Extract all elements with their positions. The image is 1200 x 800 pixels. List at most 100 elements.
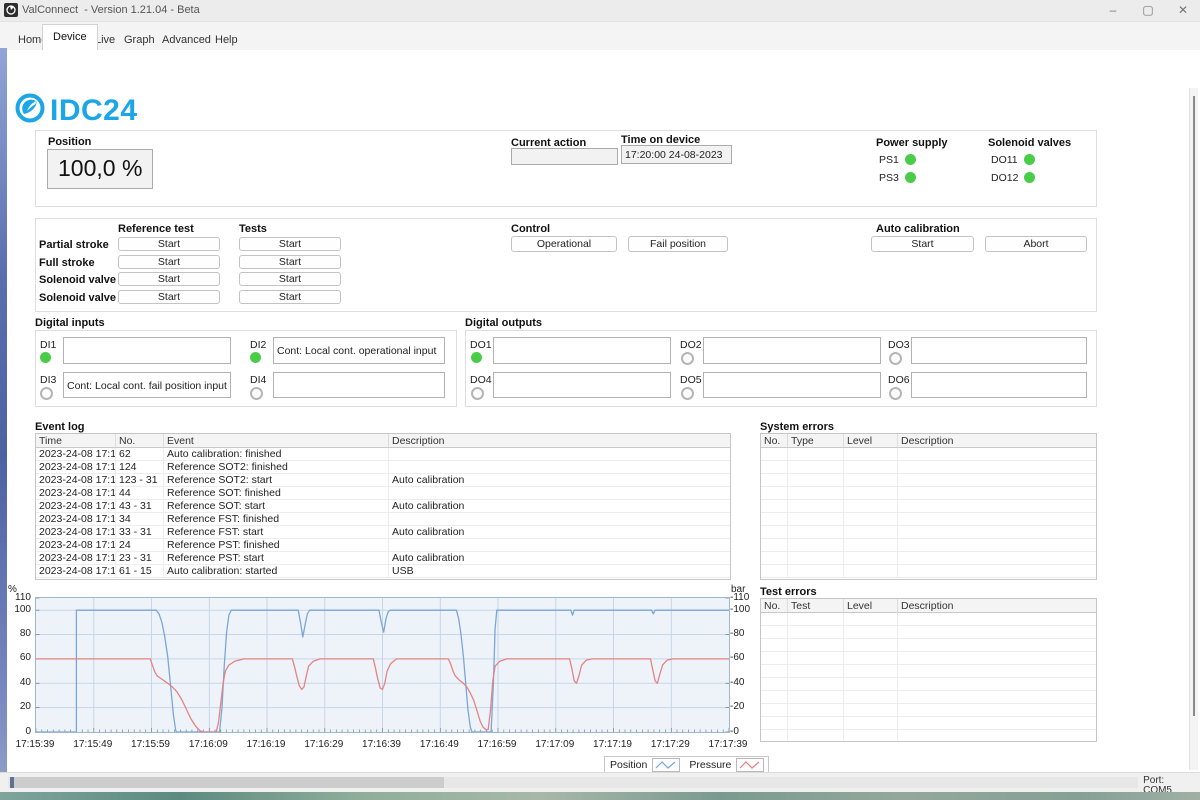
test-errors-row[interactable]: [761, 665, 1096, 678]
event-log-row[interactable]: 2023-24-08 17:19:2034Reference FST: fini…: [36, 513, 730, 526]
di2-field[interactable]: [273, 337, 445, 364]
x-axis-tick-label: 17:16:19: [240, 739, 292, 750]
close-button[interactable]: ✕: [1168, 1, 1198, 20]
do12-led-icon: [1024, 172, 1035, 183]
current-action-field[interactable]: [511, 148, 618, 165]
do6-field[interactable]: [911, 372, 1087, 398]
reference-partial-stroke-start-button[interactable]: Start: [118, 237, 220, 251]
system-errors-row[interactable]: [761, 539, 1096, 552]
status-panel: Position 100,0 % Current action Time on …: [35, 130, 1097, 207]
reference-solenoid-valve-start-button[interactable]: Start: [118, 272, 220, 286]
event-log-column-header[interactable]: Event: [164, 434, 389, 448]
test-errors-row[interactable]: [761, 678, 1096, 691]
test-errors-column-header[interactable]: No.: [761, 599, 788, 613]
test-errors-row[interactable]: [761, 717, 1096, 730]
system-errors-row[interactable]: [761, 513, 1096, 526]
system-errors-row[interactable]: [761, 552, 1096, 565]
system-errors-cell: [844, 539, 898, 552]
system-errors-cell: [844, 474, 898, 487]
test-errors-row[interactable]: [761, 626, 1096, 639]
vertical-scrollbar-thumb[interactable]: [1193, 96, 1195, 716]
di4-field[interactable]: [273, 372, 445, 398]
test-errors-row[interactable]: [761, 639, 1096, 652]
event-log-row[interactable]: 2023-24-08 17:19:3444Reference SOT: fini…: [36, 487, 730, 500]
minimize-button[interactable]: –: [1098, 1, 1128, 20]
event-log-cell: 2023-24-08 17:18:45: [36, 552, 116, 565]
test-errors-column-header[interactable]: Description: [898, 599, 1096, 613]
maximize-button[interactable]: ▢: [1133, 1, 1163, 20]
test-errors-column-header[interactable]: Level: [844, 599, 898, 613]
system-errors-cell: [788, 500, 844, 513]
reference-solenoid-valve-2-start-button[interactable]: Start: [118, 290, 220, 304]
test-solenoid-valve-2-start-button[interactable]: Start: [239, 290, 341, 304]
auto-calibration-start-button[interactable]: Start: [871, 236, 974, 252]
logo-text: IDC24: [50, 94, 138, 128]
do2-field[interactable]: [703, 337, 881, 364]
test-solenoid-valve-start-button[interactable]: Start: [239, 272, 341, 286]
event-log-column-header[interactable]: Description: [389, 434, 730, 448]
test-full-stroke-start-button[interactable]: Start: [239, 255, 341, 269]
event-log-row[interactable]: 2023-24-08 17:17:3661 - 15Auto calibrati…: [36, 565, 730, 578]
test-errors-column-header[interactable]: Test: [788, 599, 844, 613]
system-errors-row[interactable]: [761, 565, 1096, 578]
event-log-cell: 43 - 31: [116, 500, 164, 513]
system-errors-row[interactable]: [761, 487, 1096, 500]
system-errors-row[interactable]: [761, 474, 1096, 487]
reference-full-stroke-start-button[interactable]: Start: [118, 255, 220, 269]
system-errors-cell: [761, 513, 788, 526]
do3-field[interactable]: [911, 337, 1087, 364]
do12-indicator: DO12: [991, 172, 1035, 184]
di3-field[interactable]: [63, 372, 231, 398]
system-errors-cell: [844, 448, 898, 461]
event-log-row[interactable]: 2023-24-08 17:18:4523 - 31Reference PST:…: [36, 552, 730, 565]
test-errors-cell: [788, 639, 844, 652]
system-errors-row[interactable]: [761, 526, 1096, 539]
system-errors-cell: [788, 513, 844, 526]
auto-calibration-abort-button[interactable]: Abort: [985, 236, 1087, 252]
event-log-row[interactable]: 2023-24-08 17:19:4962Auto calibration: f…: [36, 448, 730, 461]
do4-field[interactable]: [493, 372, 671, 398]
event-log-cell: 2023-24-08 17:17:36: [36, 565, 116, 578]
system-errors-row[interactable]: [761, 500, 1096, 513]
event-log-cell: Reference PST: finished: [164, 539, 389, 552]
tab-help[interactable]: Help: [205, 30, 248, 50]
horizontal-scrollbar-thumb[interactable]: [10, 777, 444, 788]
test-partial-stroke-start-button[interactable]: Start: [239, 237, 341, 251]
test-errors-row[interactable]: [761, 730, 1096, 742]
event-log-row[interactable]: 2023-24-08 17:19:0124Reference PST: fini…: [36, 539, 730, 552]
x-axis-tick-label: 17:16:39: [356, 739, 408, 750]
tab-device[interactable]: Device: [42, 24, 98, 50]
do1-field[interactable]: [493, 337, 671, 364]
control-operational-button[interactable]: Operational: [511, 236, 617, 252]
system-errors-cell: [898, 513, 1096, 526]
event-log-cell: 24: [116, 539, 164, 552]
vertical-scrollbar[interactable]: [1189, 88, 1198, 770]
system-errors-column-header[interactable]: Description: [898, 434, 1096, 448]
test-errors-row[interactable]: [761, 652, 1096, 665]
system-errors-column-header[interactable]: No.: [761, 434, 788, 448]
test-errors-row[interactable]: [761, 691, 1096, 704]
di4-name: DI4: [250, 374, 266, 386]
system-errors-row[interactable]: [761, 461, 1096, 474]
event-log-cell: [389, 539, 730, 552]
solenoid-valve-label: Solenoid valve: [39, 274, 116, 286]
event-log-row[interactable]: 2023-24-08 17:19:1233 - 31Reference FST:…: [36, 526, 730, 539]
horizontal-scrollbar[interactable]: [8, 777, 1138, 788]
test-errors-row[interactable]: [761, 613, 1096, 626]
event-log-row[interactable]: 2023-24-08 17:19:46123 - 31Reference SOT…: [36, 474, 730, 487]
time-on-device-field[interactable]: [621, 145, 732, 164]
system-errors-row[interactable]: [761, 448, 1096, 461]
event-log-column-header[interactable]: Time: [36, 434, 116, 448]
system-errors-column-header[interactable]: Type: [788, 434, 844, 448]
do5-field[interactable]: [703, 372, 881, 398]
event-log-column-header[interactable]: No.: [116, 434, 164, 448]
system-errors-column-header[interactable]: Level: [844, 434, 898, 448]
event-log-cell: 23 - 31: [116, 552, 164, 565]
di1-field[interactable]: [63, 337, 231, 364]
control-fail-position-button[interactable]: Fail position: [628, 236, 728, 252]
system-errors-cell: [898, 448, 1096, 461]
event-log-label: Event log: [35, 421, 85, 433]
test-errors-row[interactable]: [761, 704, 1096, 717]
event-log-row[interactable]: 2023-24-08 17:19:49124Reference SOT2: fi…: [36, 461, 730, 474]
event-log-row[interactable]: 2023-24-08 17:19:3243 - 31Reference SOT:…: [36, 500, 730, 513]
